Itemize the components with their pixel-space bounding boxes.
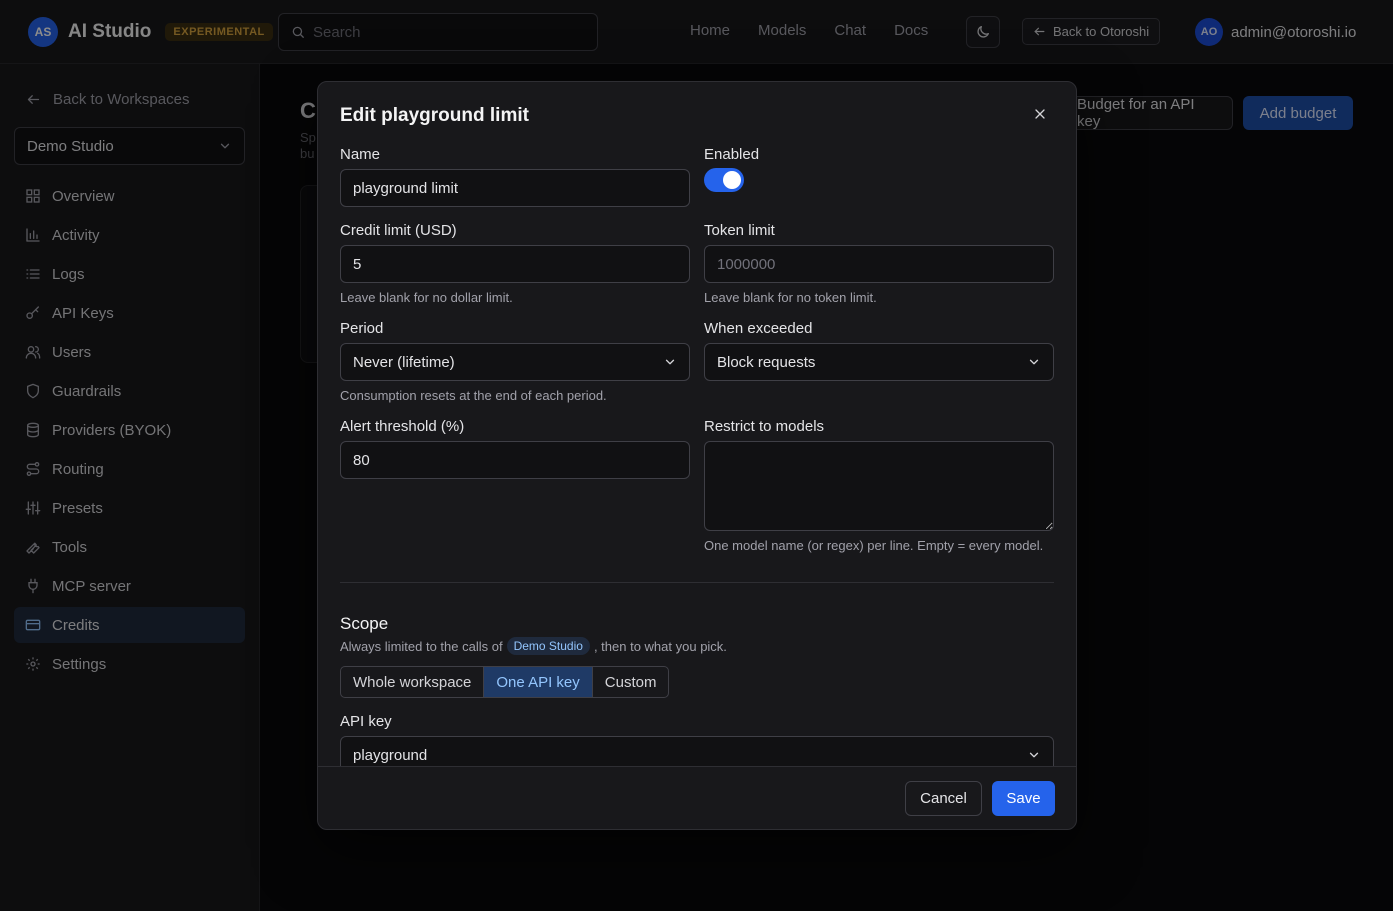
alert-threshold-label: Alert threshold (%) — [340, 418, 465, 435]
scope-desc-after: , then to what you pick. — [593, 638, 727, 654]
edit-limit-dialog: Edit playground limit Name Enabled Credi… — [317, 81, 1077, 830]
restrict-models-label: Restrict to models — [704, 418, 825, 435]
cancel-button[interactable]: Cancel — [905, 781, 982, 816]
divider — [340, 582, 1054, 583]
credit-limit-input[interactable] — [340, 245, 690, 283]
enabled-label: Enabled — [704, 146, 760, 163]
when-exceeded-select[interactable]: Block requests — [704, 343, 1054, 381]
toggle-knob — [723, 171, 741, 189]
dialog-footer: Cancel Save — [318, 766, 1076, 829]
api-key-value: playground — [353, 746, 428, 764]
scope-whole-workspace[interactable]: Whole workspace — [341, 667, 485, 697]
scope-desc-before: Always limited to the calls of — [340, 638, 503, 654]
token-limit-label: Token limit — [704, 222, 775, 239]
chevron-down-icon — [1027, 748, 1041, 762]
when-exceeded-label: When exceeded — [704, 320, 813, 337]
enabled-toggle[interactable] — [704, 168, 744, 192]
chevron-down-icon — [663, 355, 677, 369]
alert-threshold-input[interactable] — [340, 441, 690, 479]
period-value: Never (lifetime) — [353, 353, 455, 371]
restrict-models-textarea[interactable] — [704, 441, 1054, 531]
period-label: Period — [340, 320, 384, 337]
scope-segmented-control: Whole workspace One API key Custom — [340, 666, 670, 698]
close-icon — [1034, 108, 1046, 120]
when-exceeded-value: Block requests — [717, 353, 816, 371]
scope-description: Always limited to the calls of Demo Stud… — [340, 637, 727, 655]
restrict-models-help: One model name (or regex) per line. Empt… — [704, 538, 1044, 553]
workspace-chip: Demo Studio — [506, 637, 590, 655]
api-key-label: API key — [340, 713, 392, 730]
credit-limit-help: Leave blank for no dollar limit. — [340, 290, 513, 305]
close-button[interactable] — [1030, 104, 1050, 124]
credit-limit-label: Credit limit (USD) — [340, 222, 457, 239]
token-limit-help: Leave blank for no token limit. — [704, 290, 877, 305]
save-button[interactable]: Save — [992, 781, 1055, 816]
dialog-body: Name Enabled Credit limit (USD) Leave bl… — [318, 142, 1076, 766]
scope-heading: Scope — [340, 614, 389, 633]
period-help: Consumption resets at the end of each pe… — [340, 388, 607, 403]
scope-custom[interactable]: Custom — [593, 667, 669, 697]
name-label: Name — [340, 146, 381, 163]
scope-one-api-key[interactable]: One API key — [484, 667, 593, 697]
token-limit-input[interactable] — [704, 245, 1054, 283]
name-input[interactable] — [340, 169, 690, 207]
period-select[interactable]: Never (lifetime) — [340, 343, 690, 381]
chevron-down-icon — [1027, 355, 1041, 369]
dialog-title: Edit playground limit — [340, 105, 529, 126]
api-key-select[interactable]: playground — [340, 736, 1054, 766]
